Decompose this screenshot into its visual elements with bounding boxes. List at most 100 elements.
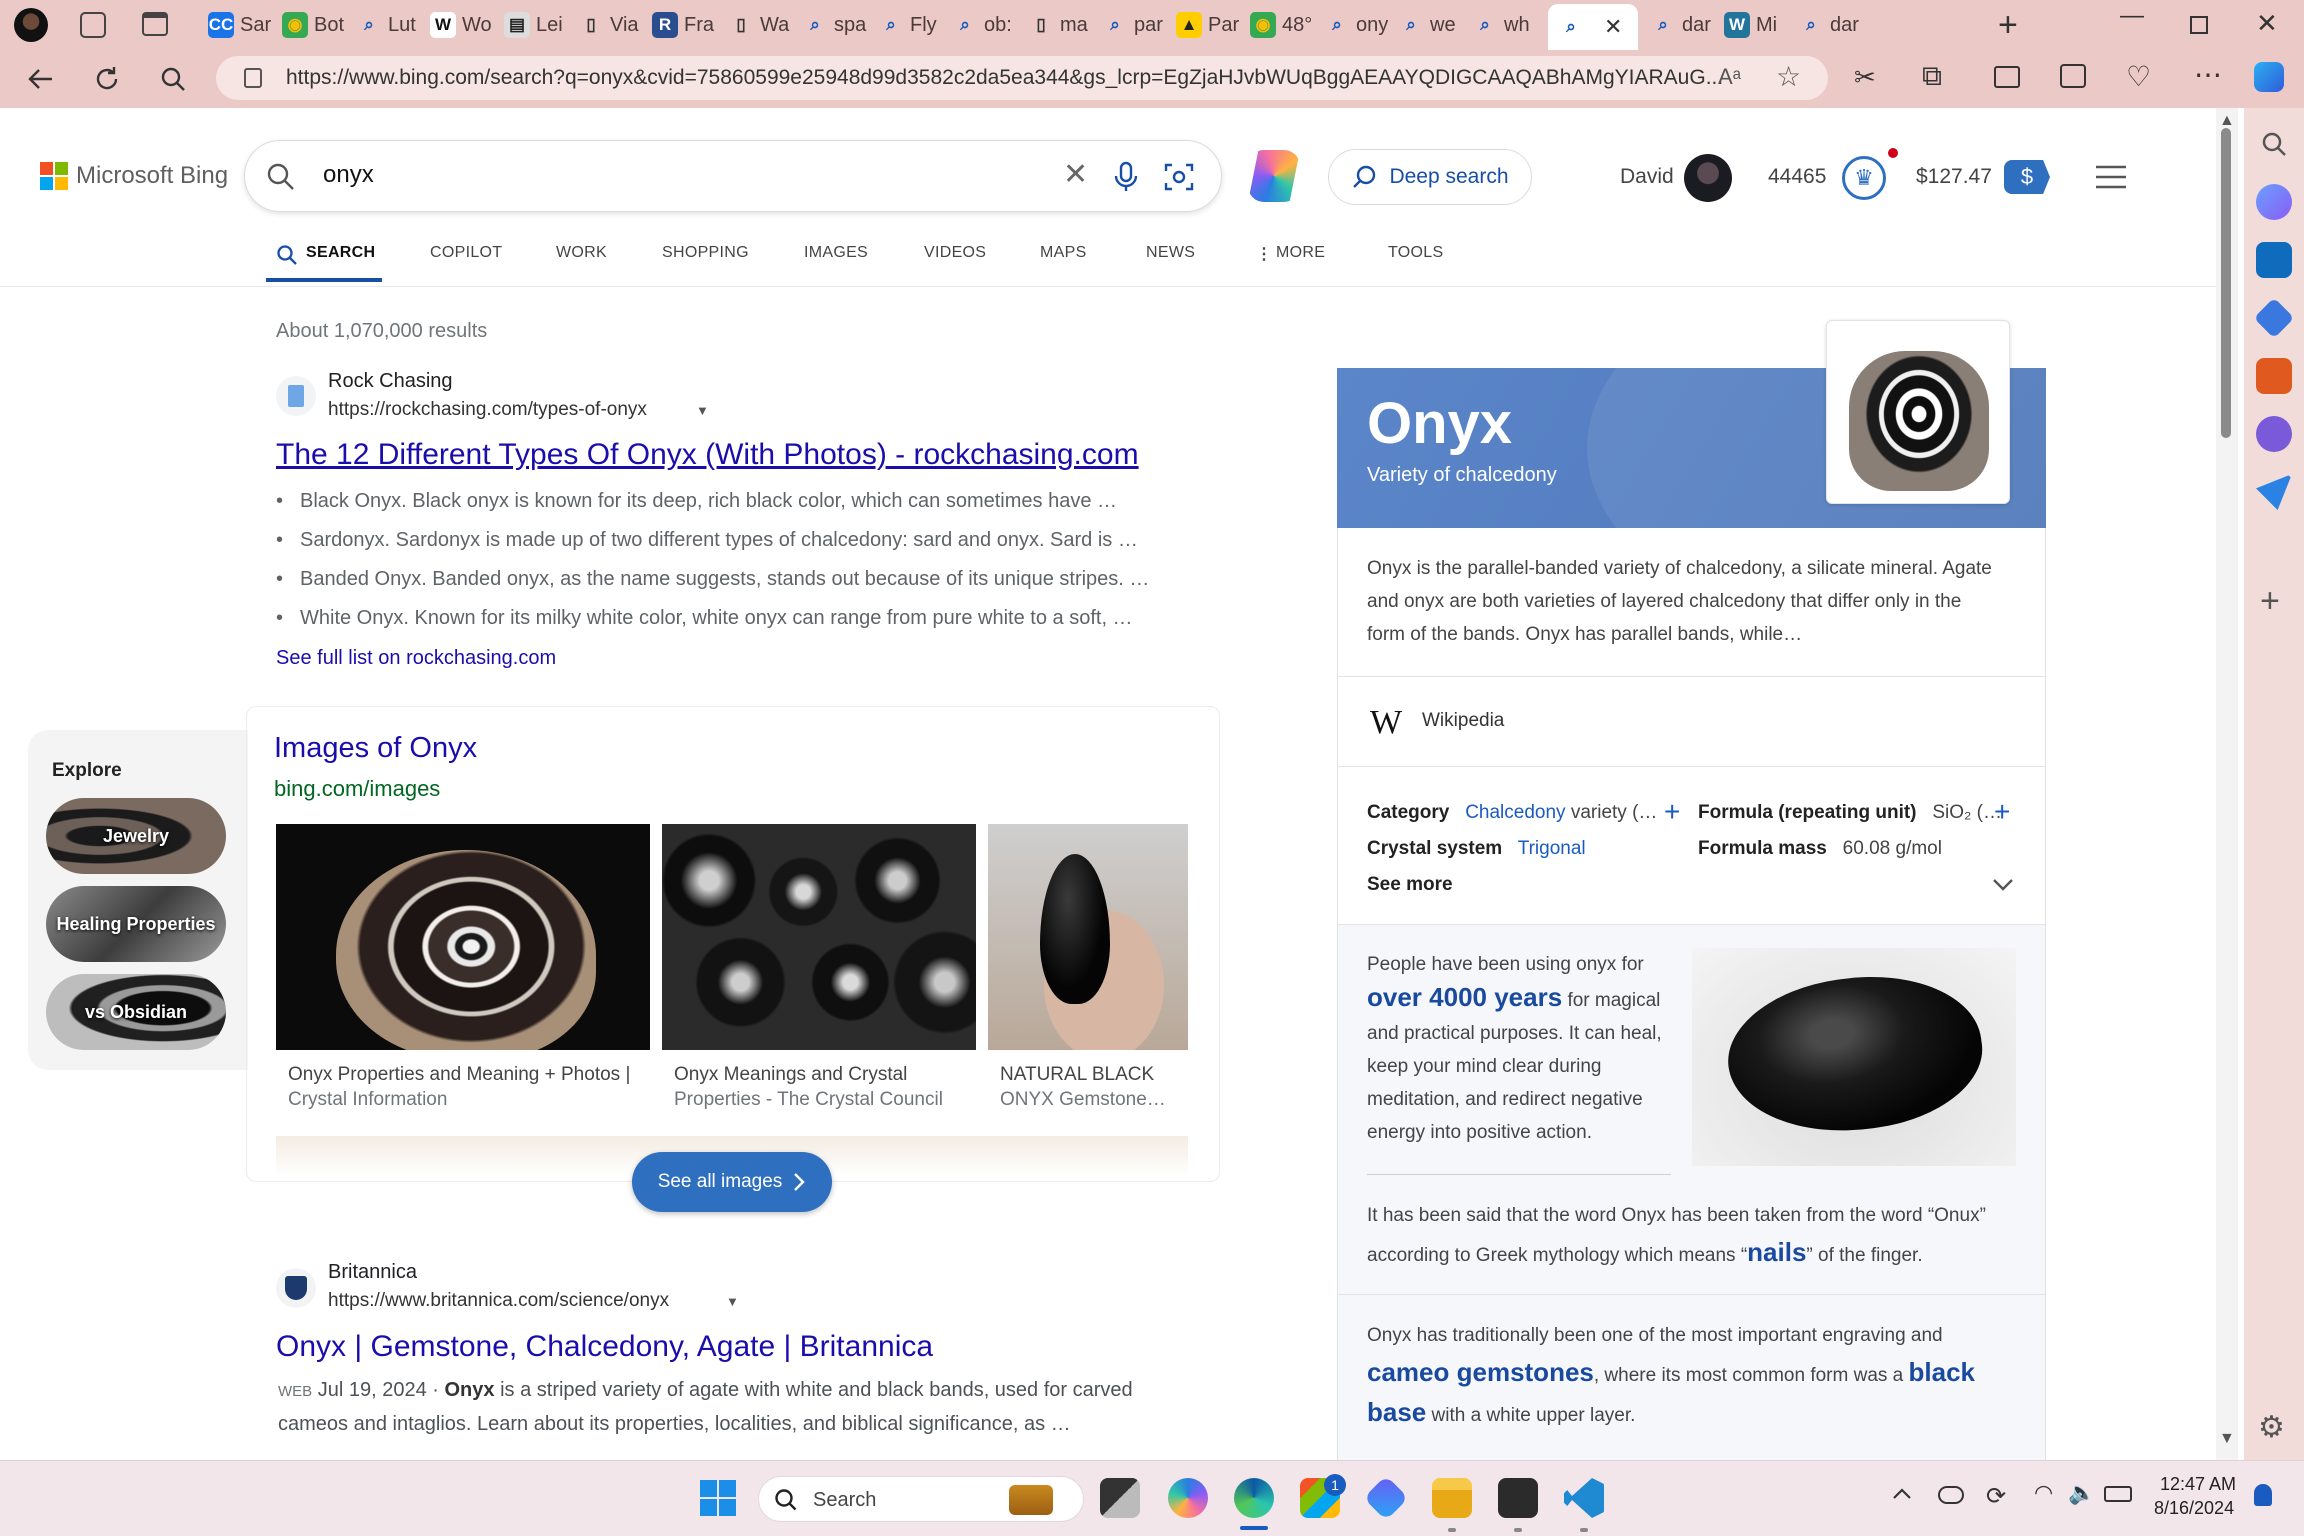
browser-tab[interactable]: ⌕ Lut [356,10,426,40]
chevron-down-icon[interactable] [1992,878,2014,892]
back-icon[interactable] [26,64,56,94]
browser-tab[interactable]: CC Sar [208,10,278,40]
result-url[interactable]: https://rockchasing.com/types-of-onyx [328,399,647,421]
sidebar-tools-icon[interactable] [2256,358,2292,394]
explore-pill-jewelry[interactable]: Jewelry [46,798,226,874]
url-dropdown-icon[interactable]: ▼ [726,1294,739,1309]
browser-tab[interactable]: W Wo [430,10,500,40]
new-tab-button[interactable]: + [1998,6,2018,45]
image-thumb-banded-onyx[interactable] [276,824,650,1050]
browser-tab[interactable]: ⌕ ✕ [1548,4,1638,50]
collections-icon[interactable] [2060,64,2086,88]
crystal-system-link[interactable]: Trigonal [1518,838,1586,859]
browser-tab[interactable]: ⌕ ony [1324,10,1394,40]
browser-tab[interactable]: ▲ Par [1176,10,1246,40]
browser-tab[interactable]: ⌕ wh [1472,10,1542,40]
refresh-icon[interactable] [92,64,122,94]
scroll-up-icon[interactable]: ▲ [2219,112,2235,130]
image-caption[interactable]: Onyx Meanings and Crystal Properties - T… [674,1062,974,1112]
sidebar-games-icon[interactable] [2256,416,2292,452]
sidebar-shopping-icon[interactable] [2253,297,2295,339]
minimize-button[interactable]: — [2120,2,2144,30]
microphone-icon[interactable] [1111,161,1141,193]
browser-tab[interactable]: R Fra [652,10,722,40]
browser-tab[interactable]: ◉ 48° [1250,10,1320,40]
tab-tools[interactable]: TOOLS [1388,244,1443,262]
tab-shopping[interactable]: SHOPPING [662,244,749,262]
onedrive-icon[interactable] [1938,1486,1964,1504]
search-icon[interactable] [265,161,297,193]
image-thumb-teardrop[interactable] [988,824,1188,1050]
category-link[interactable]: Chalcedony [1465,802,1565,823]
sidebar-send-icon[interactable] [2256,474,2292,510]
search-input[interactable]: onyx [323,161,374,189]
tray-chevron-up-icon[interactable] [1892,1486,1912,1500]
image-caption[interactable]: NATURAL BLACK ONYX Gemstone… [1000,1062,1190,1112]
copilot-logo-icon[interactable] [1248,150,1300,202]
file-explorer-icon[interactable] [1432,1478,1472,1518]
start-button-icon[interactable] [700,1480,736,1516]
copilot-icon[interactable] [2254,62,2284,92]
visual-search-icon[interactable] [1163,161,1195,193]
browser-tab[interactable]: ⌕ ob: [952,10,1022,40]
kp-wiki-link[interactable]: Wikipedia [1422,710,1504,732]
see-full-list-link[interactable]: See full list on rockchasing.com [276,647,556,670]
tab-news[interactable]: NEWS [1146,244,1195,262]
browser-tab[interactable]: ▤ Lei [504,10,574,40]
close-tab-icon[interactable]: ✕ [1604,14,1622,40]
browser-tab[interactable]: ▯ Wa [728,10,798,40]
sidebar-copilot-icon[interactable] [2256,184,2292,220]
search-icon[interactable] [158,64,188,94]
dollar-badge-icon[interactable]: $ [2004,160,2050,194]
images-title-link[interactable]: Images of Onyx [274,732,477,765]
sidebar-add-icon[interactable]: + [2260,582,2280,621]
explore-pill-obsidian[interactable]: vs Obsidian [46,974,226,1050]
explore-pill-healing[interactable]: Healing Properties [46,886,226,962]
clear-icon[interactable]: ✕ [1063,157,1088,192]
tracking-icon[interactable]: ✂ [1854,62,1876,93]
browser-tab[interactable]: ▯ Via [578,10,648,40]
kp-thumbnail[interactable] [1826,320,2010,504]
sync-icon[interactable]: ⟳ [1986,1482,2006,1511]
read-aloud-icon[interactable]: Aᵃ [1718,64,1741,90]
images-url[interactable]: bing.com/images [274,776,440,802]
tab-search[interactable]: SEARCH [306,244,375,262]
profile-avatar[interactable] [14,8,48,42]
extensions-icon[interactable]: ⧉ [1922,60,1942,93]
sidebar-search-icon[interactable] [2256,126,2292,162]
vertical-tabs-icon[interactable] [142,12,168,36]
wallet-balance[interactable]: $127.47 [1916,165,1992,189]
battery-icon[interactable] [2104,1486,2132,1502]
hamburger-menu-icon[interactable] [2094,164,2128,190]
edge-taskbar-icon[interactable] [1234,1478,1274,1518]
notification-bell-icon[interactable] [2254,1484,2272,1506]
result-title-link[interactable]: Onyx | Gemstone, Chalcedony, Agate | Bri… [276,1330,933,1364]
tab-copilot[interactable]: COPILOT [430,244,502,262]
more-menu-icon[interactable]: ⋯ [2194,58,2222,91]
user-avatar[interactable] [1684,154,1732,202]
see-all-images-button[interactable]: See all images [632,1152,832,1212]
scroll-down-icon[interactable]: ▼ [2219,1430,2235,1448]
search-box[interactable]: onyx ✕ [244,140,1222,212]
browser-tab[interactable]: W Mi [1724,10,1794,40]
browser-tab[interactable]: ⌕ dar [1798,10,1868,40]
deep-search-button[interactable]: Deep search [1328,149,1532,205]
volume-icon[interactable]: 🔈 [2068,1480,2095,1506]
clock-time[interactable]: 12:47 AM [2160,1474,2236,1495]
tab-maps[interactable]: MAPS [1040,244,1087,262]
browser-tab[interactable]: ⌕ we [1398,10,1468,40]
result-url[interactable]: https://www.britannica.com/science/onyx [328,1290,669,1312]
sidebar-settings-icon[interactable]: ⚙ [2258,1410,2285,1445]
scrollbar-thumb[interactable] [2221,128,2231,438]
site-info-icon[interactable] [244,68,262,88]
health-icon[interactable]: ♡ [2126,60,2151,93]
tab-images[interactable]: IMAGES [804,244,868,262]
taskview-icon[interactable] [1100,1478,1140,1518]
workspaces-icon[interactable] [80,12,106,38]
url-field[interactable]: https://www.bing.com/search?q=onyx&cvid=… [216,56,1828,100]
taskbar-search[interactable]: Search [758,1476,1084,1522]
clock-date[interactable]: 8/16/2024 [2154,1498,2234,1519]
result-title-link[interactable]: The 12 Different Types Of Onyx (With Pho… [276,438,1139,472]
browser-tab[interactable]: ⌕ spa [802,10,872,40]
user-name[interactable]: David [1620,165,1674,189]
